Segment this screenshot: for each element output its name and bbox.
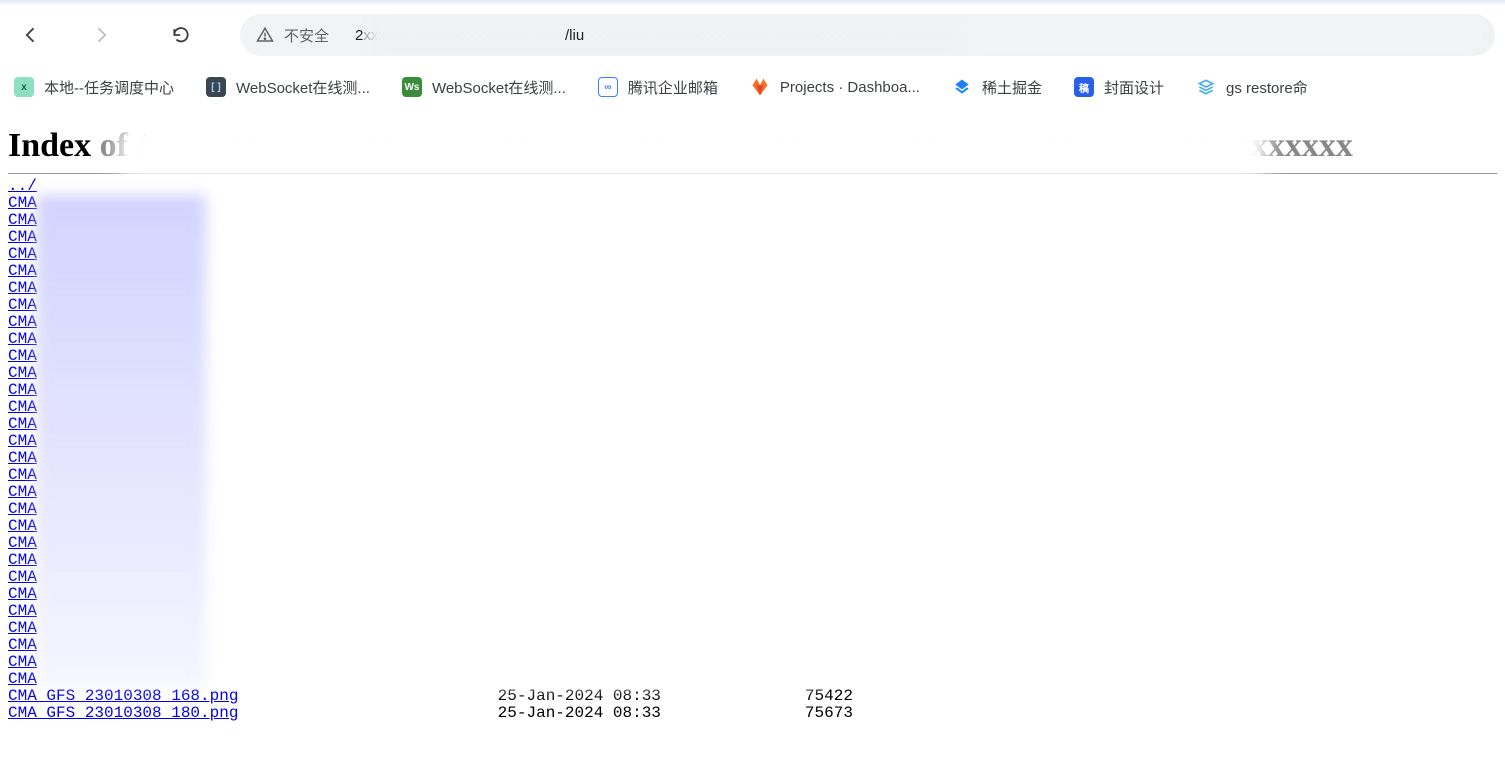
- file-link[interactable]: CMA: [8, 602, 37, 620]
- file-link[interactable]: CMA: [8, 262, 37, 280]
- file-link[interactable]: CMA: [8, 551, 37, 569]
- directory-listing: ../ CMA CMA CMA CMA CMA CMA CMA CMA CMA …: [8, 178, 1497, 722]
- file-link[interactable]: CMA: [8, 313, 37, 331]
- bookmark-item[interactable]: [ ] WebSocket在线测...: [206, 77, 370, 98]
- file-link[interactable]: CMA: [8, 568, 37, 586]
- file-link[interactable]: CMA: [8, 432, 37, 450]
- page-title: Index of /xxxxxxxxxxxxxxxxxxxxxxxxxxxxxx…: [8, 127, 1497, 165]
- bookmark-label: 本地--任务调度中心: [44, 77, 174, 98]
- gitlab-icon: [750, 77, 770, 97]
- not-secure-icon: [256, 26, 274, 44]
- file-link[interactable]: CMA: [8, 466, 37, 484]
- file-link[interactable]: CMA: [8, 398, 37, 416]
- bookmark-favicon-icon: 稿: [1074, 77, 1094, 97]
- file-link[interactable]: CMA: [8, 500, 37, 518]
- file-link[interactable]: CMA: [8, 534, 37, 552]
- juejin-icon: [952, 77, 972, 97]
- bookmark-item[interactable]: Ws WebSocket在线测...: [402, 77, 566, 98]
- file-link[interactable]: CMA: [8, 653, 37, 671]
- bookmark-item[interactable]: x 本地--任务调度中心: [14, 77, 174, 98]
- file-link[interactable]: CMA: [8, 415, 37, 433]
- file-link[interactable]: CMA: [8, 517, 37, 535]
- file-link[interactable]: CMA: [8, 228, 37, 246]
- bookmark-label: 腾讯企业邮箱: [628, 77, 718, 98]
- address-bar[interactable]: 不安全 2 xxxxxxxxxxxxxxxxxxxxxxxxxxxxxxxxxx…: [240, 14, 1495, 56]
- bookmark-label: WebSocket在线测...: [432, 77, 566, 98]
- bookmark-label: Projects · Dashboa...: [780, 79, 920, 96]
- url-text-suffix: /liu: [565, 27, 584, 44]
- file-link[interactable]: CMA GFS 23010308 168.png: [8, 687, 238, 705]
- file-link[interactable]: CMA: [8, 381, 37, 399]
- blur-overlay: [568, 195, 818, 688]
- bookmark-item[interactable]: 稀土掘金: [952, 77, 1042, 98]
- bookmark-item[interactable]: ∞ 腾讯企业邮箱: [598, 77, 718, 98]
- file-link[interactable]: CMA: [8, 670, 37, 688]
- file-link[interactable]: CMA GFS 23010308 180.png: [8, 704, 238, 722]
- bookmark-favicon-icon: ∞: [598, 77, 618, 97]
- file-link[interactable]: CMA: [8, 483, 37, 501]
- blur-overlay: [36, 195, 206, 688]
- file-link[interactable]: CMA: [8, 330, 37, 348]
- forward-button[interactable]: [80, 14, 122, 56]
- file-link[interactable]: CMA: [8, 211, 37, 229]
- url-text-prefix: 2: [355, 27, 363, 44]
- file-link[interactable]: CMA: [8, 364, 37, 382]
- back-button[interactable]: [10, 14, 52, 56]
- bookmark-item[interactable]: Projects · Dashboa...: [750, 77, 920, 97]
- bookmarks-bar: x 本地--任务调度中心 [ ] WebSocket在线测... Ws WebS…: [0, 65, 1505, 109]
- file-link[interactable]: CMA: [8, 636, 37, 654]
- file-link[interactable]: CMA: [8, 194, 37, 212]
- bookmark-label: gs restore命: [1226, 77, 1308, 98]
- file-link[interactable]: CMA: [8, 585, 37, 603]
- stack-icon: [1196, 77, 1216, 97]
- url-blur-overlay: [373, 17, 1483, 53]
- file-link[interactable]: CMA: [8, 296, 37, 314]
- bookmark-favicon-icon: Ws: [402, 77, 422, 97]
- bookmark-favicon-icon: [ ]: [206, 77, 226, 97]
- not-secure-label: 不安全: [284, 25, 329, 46]
- file-link[interactable]: CMA: [8, 347, 37, 365]
- page-content: Index of /xxxxxxxxxxxxxxxxxxxxxxxxxxxxxx…: [0, 109, 1505, 722]
- reload-button[interactable]: [160, 14, 202, 56]
- bookmark-item[interactable]: gs restore命: [1196, 77, 1308, 98]
- bookmark-label: WebSocket在线测...: [236, 77, 370, 98]
- arrow-left-icon: [21, 25, 41, 45]
- arrow-right-icon: [91, 25, 111, 45]
- parent-dir-link[interactable]: ../: [8, 177, 37, 195]
- browser-toolbar: 不安全 2 xxxxxxxxxxxxxxxxxxxxxxxxxxxxxxxxxx…: [0, 5, 1505, 65]
- bookmark-favicon-icon: x: [14, 77, 34, 97]
- bookmark-label: 稀土掘金: [982, 77, 1042, 98]
- file-link[interactable]: CMA: [8, 619, 37, 637]
- file-link[interactable]: CMA: [8, 449, 37, 467]
- title-blur-overlay: [118, 121, 1268, 181]
- bookmark-item[interactable]: 稿 封面设计: [1074, 77, 1164, 98]
- blur-overlay: [418, 195, 568, 688]
- reload-icon: [171, 25, 191, 45]
- file-link[interactable]: CMA: [8, 279, 37, 297]
- bookmark-label: 封面设计: [1104, 77, 1164, 98]
- file-link[interactable]: CMA: [8, 245, 37, 263]
